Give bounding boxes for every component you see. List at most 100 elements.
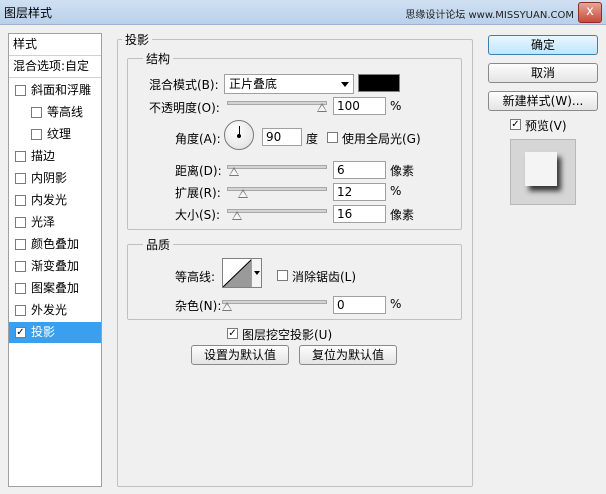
- size-input[interactable]: 16: [333, 205, 386, 223]
- window-title: 图层样式: [4, 6, 53, 20]
- structure-title: 结构: [143, 50, 174, 67]
- contour-dropdown-button[interactable]: [251, 259, 261, 287]
- knockout-checkbox[interactable]: ✓: [227, 328, 238, 339]
- effect-checkbox[interactable]: [15, 85, 26, 96]
- effect-label: 图案叠加: [31, 281, 80, 295]
- distance-unit: 像素: [390, 164, 415, 178]
- noise-input[interactable]: 0: [333, 296, 386, 314]
- check-icon: ✓: [511, 119, 520, 130]
- make-default-button[interactable]: 设置为默认值: [191, 345, 289, 365]
- effect-checkbox[interactable]: [31, 107, 42, 118]
- size-label: 大小(S):: [175, 208, 221, 222]
- opacity-input[interactable]: 100: [333, 97, 386, 115]
- preview-label: 预览(V): [525, 119, 567, 133]
- noise-unit: %: [390, 297, 402, 311]
- effect-label: 颜色叠加: [31, 237, 80, 251]
- effect-checkbox[interactable]: [15, 261, 26, 272]
- antialias-checkbox[interactable]: [277, 270, 288, 281]
- chevron-down-icon: [341, 82, 349, 87]
- effect-item[interactable]: 内阴影: [9, 168, 101, 189]
- effect-label: 内阴影: [31, 171, 68, 185]
- check-icon: ✓: [228, 328, 237, 339]
- quality-title: 品质: [143, 236, 174, 253]
- distance-slider-thumb[interactable]: [228, 167, 239, 176]
- contour-picker[interactable]: [222, 258, 262, 288]
- angle-dial-center: [237, 134, 241, 138]
- effect-checkbox[interactable]: [31, 129, 42, 140]
- opacity-unit: %: [390, 99, 402, 113]
- size-slider-thumb[interactable]: [232, 211, 243, 220]
- effect-item[interactable]: ✓ 投影: [9, 322, 101, 343]
- effect-checkbox[interactable]: [15, 151, 26, 162]
- effect-checkbox[interactable]: [15, 173, 26, 184]
- antialias-label: 消除锯齿(L): [292, 270, 357, 284]
- effect-label: 斜面和浮雕: [31, 83, 92, 97]
- distance-input[interactable]: 6: [333, 161, 386, 179]
- global-light-checkbox[interactable]: [327, 132, 338, 143]
- spread-label: 扩展(R):: [175, 186, 221, 200]
- effect-item[interactable]: 斜面和浮雕: [9, 80, 101, 101]
- noise-slider-thumb[interactable]: [222, 302, 232, 311]
- effect-label: 内发光: [31, 193, 68, 207]
- effect-label: 投影: [31, 325, 56, 339]
- global-light-label: 使用全局光(G): [342, 132, 421, 146]
- watermark-text: 思缘设计论坛 www.MISSYUAN.COM: [405, 10, 574, 21]
- spread-input[interactable]: 12: [333, 183, 386, 201]
- close-button[interactable]: x: [578, 2, 602, 23]
- distance-slider[interactable]: [227, 165, 327, 169]
- knockout-label: 图层挖空投影(U): [242, 328, 333, 342]
- effect-item[interactable]: 光泽: [9, 212, 101, 233]
- effect-item[interactable]: 内发光: [9, 190, 101, 211]
- effect-item[interactable]: 纹理: [9, 124, 101, 145]
- cancel-button[interactable]: 取消: [488, 63, 598, 83]
- reset-default-button[interactable]: 复位为默认值: [299, 345, 397, 365]
- preview-shape: [525, 152, 557, 186]
- effect-checkbox[interactable]: [15, 195, 26, 206]
- effect-checkbox[interactable]: [15, 283, 26, 294]
- angle-unit: 度: [306, 132, 319, 146]
- noise-label: 杂色(N):: [175, 299, 222, 313]
- effect-label: 渐变叠加: [31, 259, 80, 273]
- angle-input[interactable]: 90: [262, 128, 302, 146]
- effect-label: 外发光: [31, 303, 68, 317]
- effect-item[interactable]: 颜色叠加: [9, 234, 101, 255]
- spread-slider-thumb[interactable]: [237, 189, 248, 198]
- style-preview-thumbnail: [510, 139, 576, 205]
- effect-item[interactable]: 渐变叠加: [9, 256, 101, 277]
- angle-label: 角度(A):: [175, 132, 221, 146]
- blend-mode-value: 正片叠底: [229, 77, 278, 91]
- effect-item[interactable]: 外发光: [9, 300, 101, 321]
- effect-label: 等高线: [47, 105, 84, 119]
- style-list-panel: 样式 混合选项:自定 斜面和浮雕等高线纹理描边内阴影内发光光泽颜色叠加渐变叠加图…: [8, 33, 102, 487]
- effect-label: 纹理: [47, 127, 72, 141]
- effect-checkbox[interactable]: [15, 217, 26, 228]
- ok-button[interactable]: 确定: [488, 35, 598, 55]
- blend-mode-label: 混合模式(B):: [149, 78, 219, 92]
- opacity-slider-thumb[interactable]: [317, 103, 327, 112]
- preview-checkbox[interactable]: ✓: [510, 119, 521, 130]
- spread-unit: %: [390, 184, 402, 198]
- new-style-button[interactable]: 新建样式(W)...: [488, 91, 598, 111]
- distance-label: 距离(D):: [175, 164, 222, 178]
- blend-options-label: 混合选项:自定: [13, 59, 90, 73]
- contour-label: 等高线:: [175, 270, 216, 284]
- close-icon: x: [586, 4, 594, 19]
- section-title: 投影: [122, 31, 153, 48]
- angle-dial[interactable]: [224, 120, 254, 150]
- effect-checkbox[interactable]: [15, 305, 26, 316]
- effect-item[interactable]: 图案叠加: [9, 278, 101, 299]
- styles-header[interactable]: 样式: [9, 34, 101, 56]
- styles-header-label: 样式: [13, 37, 38, 51]
- shadow-color-swatch[interactable]: [358, 74, 400, 92]
- title-bar: 图层样式 思缘设计论坛 www.MISSYUAN.COM x: [0, 0, 606, 25]
- noise-slider[interactable]: [222, 300, 327, 304]
- effect-checkbox[interactable]: [15, 239, 26, 250]
- size-unit: 像素: [390, 208, 415, 222]
- blend-mode-select[interactable]: 正片叠底: [224, 74, 354, 94]
- effect-item[interactable]: 等高线: [9, 102, 101, 123]
- blend-options-item[interactable]: 混合选项:自定: [9, 56, 101, 78]
- effect-checkbox[interactable]: ✓: [15, 327, 26, 338]
- effect-label: 描边: [31, 149, 56, 163]
- effect-item[interactable]: 描边: [9, 146, 101, 167]
- opacity-slider[interactable]: [227, 101, 327, 105]
